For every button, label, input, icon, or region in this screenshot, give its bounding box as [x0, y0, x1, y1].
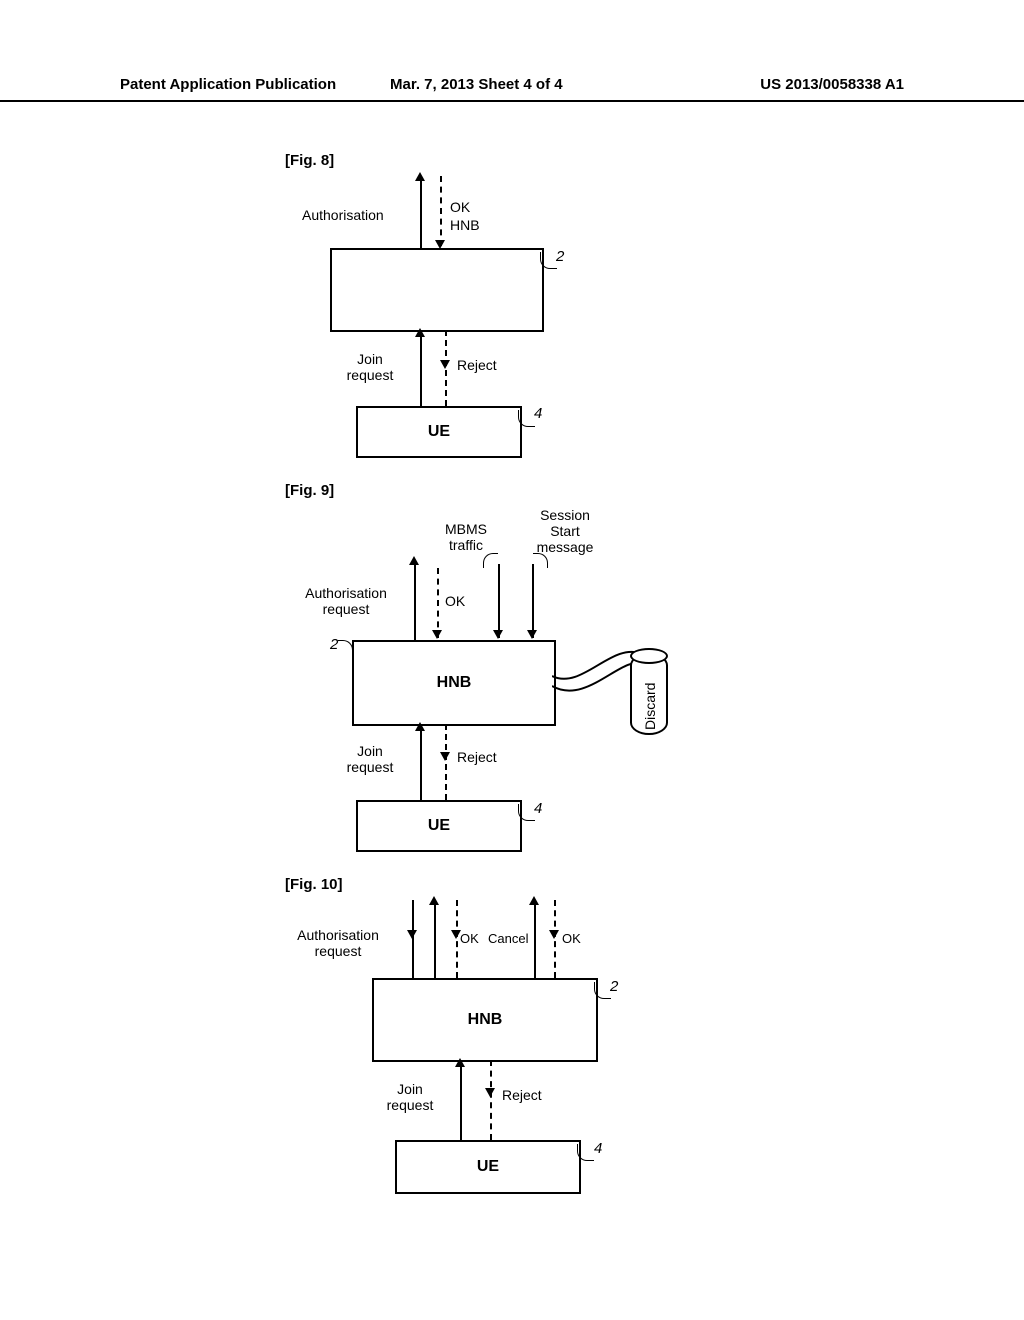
- fig10-l2: [434, 900, 436, 978]
- fig10-cancel-line: [534, 900, 536, 978]
- arrow-up-icon: [415, 722, 425, 731]
- arrow-down-icon: [407, 930, 417, 939]
- arrow-down-icon: [451, 930, 461, 939]
- arrow-up-icon: [409, 556, 419, 565]
- fig10-auth1: Authorisation: [288, 928, 388, 943]
- fig9-mbms2: traffic: [436, 538, 496, 553]
- arrow-down-icon: [527, 630, 537, 639]
- fig9-auth1: Authorisation: [296, 586, 396, 601]
- fig8-join-label1: Join: [340, 352, 400, 367]
- fig9-ref4: 4: [534, 800, 542, 817]
- fig9-mbms-line: [498, 564, 500, 638]
- fig8-auth-line: [420, 176, 422, 248]
- fig9-auth-line: [414, 560, 416, 640]
- fig9-label: [Fig. 9]: [285, 482, 334, 499]
- fig10-ok1: OK: [460, 932, 479, 946]
- fig10-ref2: 2: [610, 978, 618, 995]
- fig8-join-label2: request: [340, 368, 400, 383]
- fig10-auth2: request: [288, 944, 388, 959]
- arrow-down-icon: [440, 360, 450, 369]
- header-left: Patent Application Publication: [120, 76, 336, 93]
- fig10-ref4: 4: [594, 1140, 602, 1157]
- fig9-ok-line: [437, 568, 439, 638]
- fig8-hnb-top-label: HNB: [450, 218, 480, 233]
- arrow-down-icon: [493, 630, 503, 639]
- fig8-ref4: 4: [534, 405, 542, 422]
- fig10-reject-line: [490, 1060, 492, 1140]
- arrow-down-icon: [549, 930, 559, 939]
- fig8-ue-box: UE: [356, 406, 522, 458]
- fig9-sess2: Start: [530, 524, 600, 539]
- fig10-cancel: Cancel: [488, 932, 528, 946]
- fig8-ref2: 2: [556, 248, 564, 265]
- fig10-reject: Reject: [502, 1088, 542, 1103]
- leader-line: [577, 1144, 594, 1161]
- leader-curve: [338, 640, 353, 655]
- fig9-discard-label: Discard: [642, 683, 658, 730]
- leader-line: [518, 804, 535, 821]
- arrow-up-icon: [455, 1058, 465, 1067]
- leader-curve: [483, 553, 498, 568]
- leader-line: [594, 982, 611, 999]
- arrow-down-icon: [440, 752, 450, 761]
- fig8-auth-label: Authorisation: [302, 208, 384, 223]
- arrow-up-icon: [529, 896, 539, 905]
- fig10-ok2-line: [554, 900, 556, 978]
- fig9-hnb-text: HNB: [354, 674, 554, 692]
- header-mid: Mar. 7, 2013 Sheet 4 of 4: [390, 76, 563, 93]
- fig10-hnb-text: HNB: [374, 1011, 596, 1029]
- fig9-ue-box: UE: [356, 800, 522, 852]
- page-header: Patent Application Publication Mar. 7, 2…: [0, 76, 1024, 102]
- fig10-join-line: [460, 1060, 462, 1140]
- fig10-ok2: OK: [562, 932, 581, 946]
- fig10-hnb-box: HNB: [372, 978, 598, 1062]
- fig8-ok-line: [440, 176, 442, 246]
- fig8-ok-label: OK: [450, 200, 470, 215]
- fig8-ue-text: UE: [358, 423, 520, 441]
- fig8-reject-label: Reject: [457, 358, 497, 373]
- leader-line: [540, 252, 557, 269]
- fig9-hnb-box: HNB: [352, 640, 556, 726]
- arrow-down-icon: [485, 1088, 495, 1097]
- fig9-reject-line: [445, 724, 447, 800]
- fig9-ue-text: UE: [358, 817, 520, 835]
- fig9-join2: request: [340, 760, 400, 775]
- fig9-ref2: 2: [330, 636, 338, 653]
- fig9-ok: OK: [445, 594, 465, 609]
- fig10-join2: request: [380, 1098, 440, 1113]
- fig10-ue-text: UE: [397, 1158, 579, 1176]
- leader-line: [518, 410, 535, 427]
- fig10-ue-box: UE: [395, 1140, 581, 1194]
- arrow-up-icon: [415, 172, 425, 181]
- fig9-join1: Join: [340, 744, 400, 759]
- fig9-sess-line: [532, 564, 534, 638]
- fig9-join-line: [420, 724, 422, 800]
- fig8-join-line: [420, 330, 422, 406]
- fig9-sess1: Session: [530, 508, 600, 523]
- fig10-ok1-line: [456, 900, 458, 978]
- fig8-label: [Fig. 8]: [285, 152, 334, 169]
- fig10-join1: Join: [380, 1082, 440, 1097]
- arrow-up-icon: [429, 896, 439, 905]
- fig10-auth-line: [412, 900, 414, 978]
- header-right: US 2013/0058338 A1: [760, 76, 904, 93]
- fig8-hnb-box: [330, 248, 544, 332]
- fig9-auth2: request: [296, 602, 396, 617]
- arrow-up-icon: [415, 328, 425, 337]
- fig9-reject: Reject: [457, 750, 497, 765]
- arrow-down-icon: [432, 630, 442, 639]
- fig9-mbms1: MBMS: [436, 522, 496, 537]
- fig10-label: [Fig. 10]: [285, 876, 343, 893]
